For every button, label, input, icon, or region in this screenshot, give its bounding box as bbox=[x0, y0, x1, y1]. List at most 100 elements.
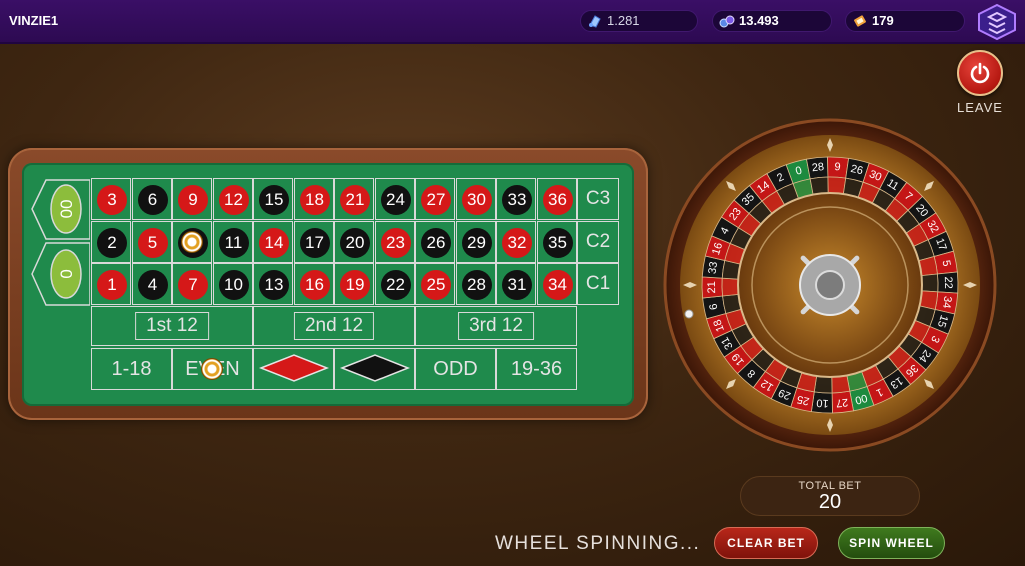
wheel-pocket bbox=[827, 176, 847, 195]
wheel-pocket bbox=[921, 273, 939, 293]
bet-number-10[interactable]: 10 bbox=[212, 263, 253, 305]
number-label: 6 bbox=[137, 185, 168, 215]
ticket-icon bbox=[854, 15, 866, 27]
gem-icon bbox=[589, 15, 601, 28]
bet-number-35[interactable]: 35 bbox=[536, 220, 577, 263]
bet-dozen-3[interactable]: 3rd 12 bbox=[415, 305, 577, 346]
bet-number-34[interactable]: 34 bbox=[536, 263, 577, 305]
bet-number-6[interactable]: 6 bbox=[131, 178, 172, 220]
app-logo-icon[interactable] bbox=[976, 3, 1018, 41]
bet-number-15[interactable]: 15 bbox=[253, 178, 293, 220]
bet-number-26[interactable]: 26 bbox=[415, 220, 455, 263]
bet-number-32[interactable]: 32 bbox=[496, 220, 536, 263]
bet-column-c2[interactable]: C2 bbox=[577, 220, 619, 263]
number-label: 4 bbox=[137, 270, 168, 300]
bet-number-21[interactable]: 21 bbox=[334, 178, 374, 220]
bet-double-zero[interactable]: 00 bbox=[30, 178, 91, 241]
bet-number-7[interactable]: 7 bbox=[172, 263, 212, 305]
bet-number-9[interactable]: 9 bbox=[172, 178, 212, 220]
roulette-wheel: 0 28 9 26 3011720321752234153243613100271025… bbox=[663, 118, 997, 452]
outside-label: 19-36 bbox=[510, 357, 563, 380]
number-label: 29 bbox=[461, 227, 492, 258]
bet-chip-icon[interactable] bbox=[181, 230, 203, 253]
bet-red[interactable] bbox=[253, 347, 334, 390]
bet-column-c3[interactable]: C3 bbox=[577, 178, 619, 220]
bet-column-c1[interactable]: C1 bbox=[577, 263, 619, 305]
wheel-number: 22 bbox=[942, 276, 954, 288]
outside-label: ODD bbox=[433, 357, 478, 380]
tickets-value: 179 bbox=[872, 13, 894, 28]
username: VINZIE1 bbox=[9, 13, 59, 28]
black-diamond-icon bbox=[339, 353, 410, 382]
bet-chip-icon[interactable] bbox=[201, 357, 223, 380]
wheel-number: 34 bbox=[940, 295, 954, 309]
number-label: 15 bbox=[259, 185, 289, 215]
bet-dozen-2[interactable]: 2nd 12 bbox=[253, 305, 415, 346]
bet-number-29[interactable]: 29 bbox=[455, 220, 496, 263]
wheel-pocket bbox=[813, 375, 833, 394]
bet-number-2[interactable]: 2 bbox=[91, 220, 131, 263]
bet-number-11[interactable]: 11 bbox=[212, 220, 253, 263]
coins-icon bbox=[719, 15, 735, 28]
bet-number-8[interactable]: 8 bbox=[172, 220, 212, 263]
bet-number-24[interactable]: 24 bbox=[374, 178, 415, 220]
leave-button[interactable] bbox=[957, 50, 1003, 96]
bet-number-19[interactable]: 19 bbox=[334, 263, 374, 305]
zero-label: 00 bbox=[57, 200, 76, 219]
bet-even[interactable]: EVEN bbox=[172, 347, 253, 390]
bet-number-36[interactable]: 36 bbox=[536, 178, 577, 220]
number-label: 2 bbox=[97, 227, 127, 258]
bet-number-23[interactable]: 23 bbox=[374, 220, 415, 263]
bet-number-16[interactable]: 16 bbox=[293, 263, 334, 305]
bet-number-18[interactable]: 18 bbox=[293, 178, 334, 220]
number-label: 33 bbox=[502, 185, 532, 215]
clear-bet-button[interactable]: CLEAR BET bbox=[714, 527, 818, 559]
wheel-number: 21 bbox=[706, 281, 718, 293]
wheel-pocket bbox=[721, 277, 739, 297]
wheel-pocket bbox=[809, 176, 829, 196]
zero-area: 00 0 bbox=[30, 178, 91, 306]
dozen-label: 3rd 12 bbox=[458, 311, 534, 340]
number-label: 1 bbox=[97, 270, 127, 300]
number-label: 25 bbox=[421, 270, 451, 300]
bet-number-33[interactable]: 33 bbox=[496, 178, 536, 220]
number-label: 14 bbox=[259, 227, 289, 258]
turret-center bbox=[815, 270, 845, 300]
zero-label: 0 bbox=[57, 269, 76, 278]
number-label: 3 bbox=[97, 185, 127, 215]
bet-number-4[interactable]: 4 bbox=[131, 263, 172, 305]
bet-number-28[interactable]: 28 bbox=[455, 263, 496, 305]
bet-number-30[interactable]: 30 bbox=[455, 178, 496, 220]
bet-odd[interactable]: ODD bbox=[415, 347, 496, 390]
bet-high[interactable]: 19-36 bbox=[496, 347, 577, 390]
number-label: 32 bbox=[502, 227, 532, 258]
spin-wheel-button[interactable]: SPIN WHEEL bbox=[838, 527, 945, 559]
number-label: 11 bbox=[218, 227, 249, 258]
bet-number-14[interactable]: 14 bbox=[253, 220, 293, 263]
bet-black[interactable] bbox=[334, 347, 415, 390]
bet-number-31[interactable]: 31 bbox=[496, 263, 536, 305]
number-label: 31 bbox=[502, 270, 532, 300]
bet-number-1[interactable]: 1 bbox=[91, 263, 131, 305]
number-label: 36 bbox=[542, 185, 573, 215]
wheel-number: 28 bbox=[811, 161, 824, 174]
coins-balance: 13.493 bbox=[712, 10, 832, 32]
bet-number-20[interactable]: 20 bbox=[334, 220, 374, 263]
bet-number-22[interactable]: 22 bbox=[374, 263, 415, 305]
bet-dozen-1[interactable]: 1st 12 bbox=[91, 305, 253, 346]
bet-number-3[interactable]: 3 bbox=[91, 178, 131, 220]
number-label: 20 bbox=[340, 227, 370, 258]
bet-number-27[interactable]: 27 bbox=[415, 178, 455, 220]
number-label: 12 bbox=[218, 185, 249, 215]
bet-number-5[interactable]: 5 bbox=[131, 220, 172, 263]
wheel-number: 10 bbox=[816, 396, 829, 409]
bet-number-12[interactable]: 12 bbox=[212, 178, 253, 220]
bet-zero[interactable]: 0 bbox=[30, 242, 91, 306]
bet-number-25[interactable]: 25 bbox=[415, 263, 455, 305]
number-label: 21 bbox=[340, 185, 370, 215]
bet-low[interactable]: 1-18 bbox=[91, 347, 172, 390]
power-icon bbox=[970, 62, 990, 84]
bet-number-13[interactable]: 13 bbox=[253, 263, 293, 305]
bet-number-17[interactable]: 17 bbox=[293, 220, 334, 263]
number-label: 30 bbox=[461, 185, 492, 215]
